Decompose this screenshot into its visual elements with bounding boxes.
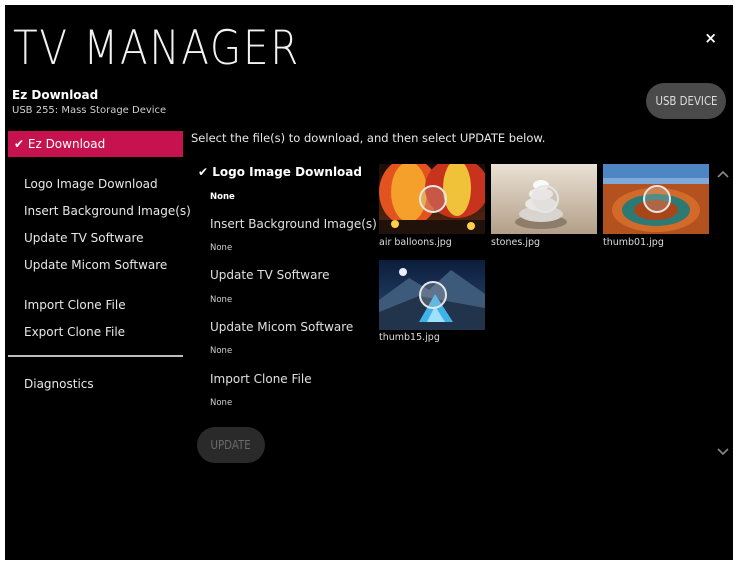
thumbnail-thumb01[interactable] bbox=[603, 164, 709, 234]
option-insert-background-images[interactable]: Insert Background Image(s) bbox=[210, 217, 377, 231]
sidebar: ✔ Ez Download bbox=[8, 131, 183, 157]
thumbnail-thumb15[interactable] bbox=[379, 260, 485, 330]
sidebar-item-export-clone-file[interactable]: Export Clone File bbox=[24, 325, 125, 339]
option-import-clone-file[interactable]: Import Clone File bbox=[210, 372, 312, 386]
file-label: thumb15.jpg bbox=[379, 332, 440, 343]
option-value: None bbox=[210, 398, 233, 408]
sidebar-item-diagnostics[interactable]: Diagnostics bbox=[24, 377, 94, 391]
sidebar-item-insert-background-images[interactable]: Insert Background Image(s) bbox=[24, 204, 191, 218]
selection-circle bbox=[643, 185, 671, 213]
close-icon[interactable]: × bbox=[704, 29, 717, 47]
update-button-label: UPDATE bbox=[210, 438, 252, 452]
option-value: None bbox=[210, 295, 233, 305]
option-update-micom-software[interactable]: Update Micom Software bbox=[210, 320, 353, 334]
option-value: None bbox=[210, 192, 235, 202]
sidebar-item-import-clone-file[interactable]: Import Clone File bbox=[24, 298, 126, 312]
usb-device-button[interactable]: USB DEVICE bbox=[646, 83, 726, 119]
thumbnail-air-balloons[interactable] bbox=[379, 164, 485, 234]
sidebar-item-update-micom-software[interactable]: Update Micom Software bbox=[24, 258, 167, 272]
scroll-down-icon[interactable] bbox=[717, 445, 729, 460]
file-label: air balloons.jpg bbox=[379, 237, 452, 248]
option-logo-image-download[interactable]: ✔ Logo Image Download bbox=[198, 165, 362, 179]
instruction-text: Select the file(s) to download, and then… bbox=[191, 131, 546, 145]
sidebar-item-ez-download[interactable]: ✔ Ez Download bbox=[8, 131, 183, 157]
page-title: TV MANAGER bbox=[13, 21, 301, 76]
usb-device-label: USB DEVICE bbox=[654, 94, 718, 108]
option-value: None bbox=[210, 346, 233, 356]
device-name: USB 255: Mass Storage Device bbox=[12, 105, 167, 116]
selection-circle bbox=[419, 185, 447, 213]
update-button[interactable]: UPDATE bbox=[197, 427, 265, 463]
selection-circle bbox=[531, 185, 559, 213]
sidebar-item-logo-image-download[interactable]: Logo Image Download bbox=[24, 177, 158, 191]
thumbnail-stones[interactable] bbox=[491, 164, 597, 234]
selection-circle bbox=[419, 281, 447, 309]
file-label: stones.jpg bbox=[491, 237, 541, 248]
section-title: Ez Download bbox=[12, 88, 99, 102]
file-label: thumb01.jpg bbox=[603, 237, 664, 248]
sidebar-item-update-tv-software[interactable]: Update TV Software bbox=[24, 231, 144, 245]
tv-manager-screen: TV MANAGER × Ez Download USB 255: Mass S… bbox=[5, 5, 733, 560]
scroll-up-icon[interactable] bbox=[717, 167, 729, 182]
option-value: None bbox=[210, 243, 233, 253]
sidebar-divider bbox=[8, 355, 183, 357]
option-update-tv-software[interactable]: Update TV Software bbox=[210, 268, 330, 282]
